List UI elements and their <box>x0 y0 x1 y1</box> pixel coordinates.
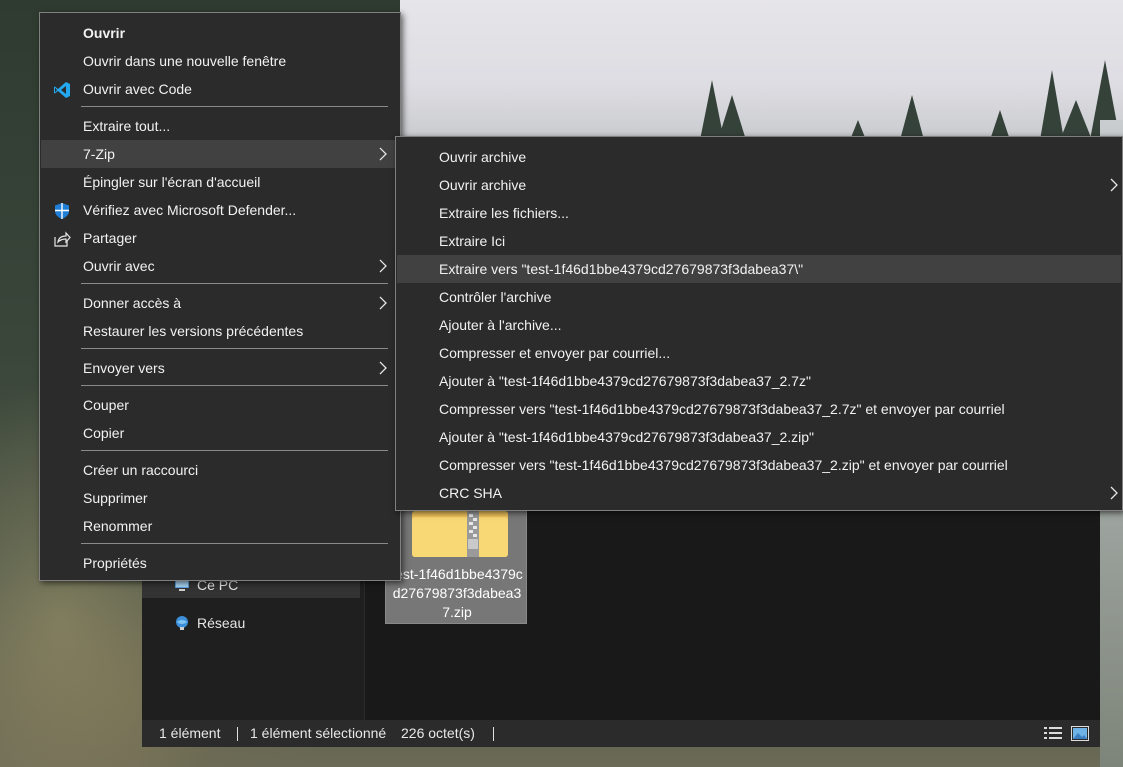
menu-item-label: Compresser vers "test-1f46d1bbe4379cd276… <box>439 457 1008 473</box>
menu-separator <box>81 106 388 107</box>
menu-item-pin-to-start[interactable]: Épingler sur l'écran d'accueil <box>41 168 399 196</box>
menu-item-label: Couper <box>83 397 129 413</box>
menu-separator <box>81 543 388 544</box>
menu-separator <box>81 283 388 284</box>
submenu-item-open-archive[interactable]: Ouvrir archive <box>397 143 1121 171</box>
menu-item-create-shortcut[interactable]: Créer un raccourci <box>41 456 399 484</box>
menu-item-label: Extraire tout... <box>83 118 171 134</box>
status-size: 226 octet(s) <box>401 725 475 741</box>
menu-item-label: Extraire vers "test-1f46d1bbe4379cd27679… <box>439 261 804 277</box>
menu-item-label: Renommer <box>83 518 153 534</box>
submenu-item-extract-here[interactable]: Extraire Ici <box>397 227 1121 255</box>
chevron-right-icon <box>1110 486 1118 500</box>
submenu-item-extract-files[interactable]: Extraire les fichiers... <box>397 199 1121 227</box>
defender-shield-icon <box>55 203 69 219</box>
context-menu: Ouvrir Ouvrir dans une nouvelle fenêtre … <box>39 12 401 581</box>
menu-item-label: Envoyer vers <box>83 360 165 376</box>
menu-item-label: Copier <box>83 425 125 441</box>
menu-item-label: CRC SHA <box>439 485 503 501</box>
menu-item-label: Créer un raccourci <box>83 462 199 478</box>
chevron-right-icon <box>379 296 387 310</box>
submenu-item-compress-7z-email[interactable]: Compresser vers "test-1f46d1bbe4379cd276… <box>397 395 1121 423</box>
menu-item-label: Vérifiez avec Microsoft Defender... <box>83 202 297 218</box>
menu-item-label: Épingler sur l'écran d'accueil <box>83 174 261 190</box>
menu-item-extract-all[interactable]: Extraire tout... <box>41 112 399 140</box>
zip-folder-icon <box>412 511 508 557</box>
menu-item-label: Ouvrir archive <box>439 149 527 165</box>
7zip-submenu: Ouvrir archive Ouvrir archive Extraire l… <box>395 136 1123 511</box>
menu-item-label: Ajouter à l'archive... <box>439 317 562 333</box>
menu-separator <box>81 450 388 451</box>
menu-item-label: Ouvrir <box>83 25 126 41</box>
menu-item-label: Extraire les fichiers... <box>439 205 569 221</box>
menu-separator <box>81 385 388 386</box>
file-item-zip[interactable]: test-1f46d1bbe4379cd27679873f3dabea37.zi… <box>385 502 527 624</box>
menu-item-properties[interactable]: Propriétés <box>41 549 399 577</box>
menu-item-label: Contrôler l'archive <box>439 289 552 305</box>
submenu-item-compress-zip-email[interactable]: Compresser vers "test-1f46d1bbe4379cd276… <box>397 451 1121 479</box>
status-selection: 1 élément sélectionné <box>250 725 387 741</box>
menu-item-delete[interactable]: Supprimer <box>41 484 399 512</box>
file-name-label: test-1f46d1bbe4379cd27679873f3dabea37.zi… <box>391 566 523 620</box>
menu-item-label: Extraire Ici <box>439 233 506 249</box>
chevron-right-icon <box>379 361 387 375</box>
status-separator <box>493 727 494 741</box>
wallpaper-tree-line <box>700 60 1120 140</box>
menu-item-open-with[interactable]: Ouvrir avec <box>41 252 399 280</box>
menu-item-rename[interactable]: Renommer <box>41 512 399 540</box>
share-icon <box>54 231 71 247</box>
chevron-right-icon <box>1110 178 1118 192</box>
chevron-right-icon <box>379 147 387 161</box>
status-separator <box>237 727 238 741</box>
menu-item-open-new-window[interactable]: Ouvrir dans une nouvelle fenêtre <box>41 47 399 75</box>
menu-item-label: Partager <box>83 230 137 246</box>
nav-item-label: Réseau <box>197 615 246 631</box>
submenu-item-compress-and-email[interactable]: Compresser et envoyer par courriel... <box>397 339 1121 367</box>
menu-item-label: Compresser et envoyer par courriel... <box>439 345 671 361</box>
nav-item-network[interactable]: Réseau <box>142 610 360 636</box>
menu-item-open[interactable]: Ouvrir <box>41 19 399 47</box>
menu-item-label: Ajouter à "test-1f46d1bbe4379cd27679873f… <box>439 429 815 445</box>
menu-item-copy[interactable]: Copier <box>41 419 399 447</box>
menu-item-label: Ouvrir avec Code <box>83 81 192 97</box>
menu-item-share[interactable]: Partager <box>41 224 399 252</box>
menu-item-send-to[interactable]: Envoyer vers <box>41 354 399 382</box>
chevron-right-icon <box>379 259 387 273</box>
details-view-icon[interactable] <box>1044 726 1062 741</box>
submenu-item-extract-to-folder[interactable]: Extraire vers "test-1f46d1bbe4379cd27679… <box>397 255 1121 283</box>
menu-item-restore-previous-versions[interactable]: Restaurer les versions précédentes <box>41 317 399 345</box>
menu-item-label: Donner accès à <box>83 295 182 311</box>
menu-item-label: Compresser vers "test-1f46d1bbe4379cd276… <box>439 401 1005 417</box>
menu-item-label: Propriétés <box>83 555 147 571</box>
menu-item-label: Ouvrir dans une nouvelle fenêtre <box>83 53 287 69</box>
status-item-count: 1 élément <box>159 725 221 741</box>
submenu-item-open-archive-as[interactable]: Ouvrir archive <box>397 171 1121 199</box>
network-icon <box>176 616 188 630</box>
menu-item-give-access[interactable]: Donner accès à <box>41 289 399 317</box>
submenu-item-add-to-zip[interactable]: Ajouter à "test-1f46d1bbe4379cd27679873f… <box>397 423 1121 451</box>
menu-item-label: Ajouter à "test-1f46d1bbe4379cd27679873f… <box>439 373 811 389</box>
menu-item-cut[interactable]: Couper <box>41 391 399 419</box>
menu-item-7zip[interactable]: 7-Zip <box>41 140 399 168</box>
menu-item-scan-defender[interactable]: Vérifiez avec Microsoft Defender... <box>41 196 399 224</box>
menu-item-label: Ouvrir archive <box>439 177 527 193</box>
menu-item-label: Ouvrir avec <box>83 258 155 274</box>
menu-item-label: Restaurer les versions précédentes <box>83 323 304 339</box>
large-icons-view-icon[interactable] <box>1071 726 1089 741</box>
submenu-item-crc-sha[interactable]: CRC SHA <box>397 479 1121 507</box>
menu-item-open-with-code[interactable]: Ouvrir avec Code <box>41 75 399 103</box>
status-bar: 1 élément 1 élément sélectionné 226 octe… <box>142 720 1100 747</box>
vscode-icon <box>54 82 70 98</box>
menu-item-label: 7-Zip <box>83 146 115 162</box>
menu-separator <box>81 348 388 349</box>
menu-item-label: Supprimer <box>83 490 148 506</box>
submenu-item-add-to-archive[interactable]: Ajouter à l'archive... <box>397 311 1121 339</box>
submenu-item-test-archive[interactable]: Contrôler l'archive <box>397 283 1121 311</box>
submenu-item-add-to-7z[interactable]: Ajouter à "test-1f46d1bbe4379cd27679873f… <box>397 367 1121 395</box>
